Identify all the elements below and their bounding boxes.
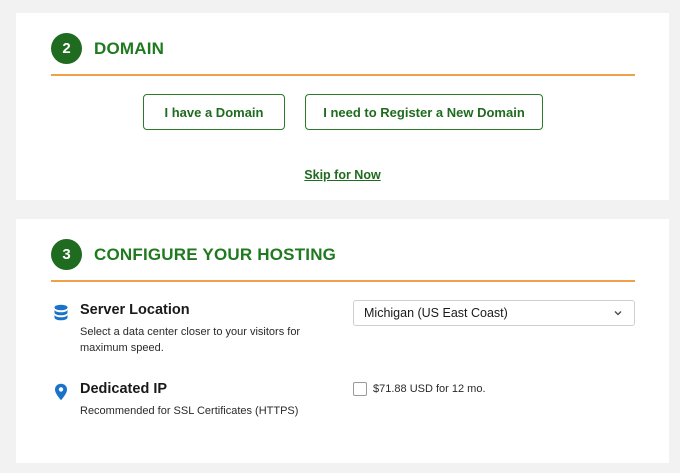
server-location-title: Server Location <box>80 302 190 318</box>
skip-for-now-link[interactable]: Skip for Now <box>304 168 380 182</box>
server-location-description: Select a data center closer to your visi… <box>80 326 301 354</box>
domain-section: 2 DOMAIN I have a Domain I need to Regis… <box>16 13 669 200</box>
dedicated-ip-checkbox[interactable] <box>353 382 367 396</box>
step-number-badge: 3 <box>51 239 82 270</box>
server-location-selected-value: Michigan (US East Coast) <box>364 306 508 320</box>
chevron-down-icon <box>614 311 622 316</box>
server-location-select[interactable]: Michigan (US East Coast) <box>353 300 635 326</box>
section-divider <box>51 280 635 282</box>
register-domain-button[interactable]: I need to Register a New Domain <box>305 94 543 130</box>
skip-link-container: Skip for Now <box>16 166 669 184</box>
dedicated-ip-price: $71.88 USD for 12 mo. <box>373 383 486 395</box>
database-icon <box>54 304 68 321</box>
dedicated-ip-description: Recommended for SSL Certificates (HTTPS) <box>80 405 299 417</box>
have-domain-button[interactable]: I have a Domain <box>143 94 285 130</box>
configure-hosting-section: 3 CONFIGURE YOUR HOSTING Server Location… <box>16 219 669 463</box>
domain-section-title: DOMAIN <box>94 38 165 58</box>
map-pin-icon <box>55 383 67 401</box>
domain-step-header: 2 DOMAIN <box>51 33 164 64</box>
section-divider <box>51 74 635 76</box>
hosting-step-header: 3 CONFIGURE YOUR HOSTING <box>51 239 336 270</box>
dedicated-ip-title: Dedicated IP <box>80 381 168 397</box>
step-number-badge: 2 <box>51 33 82 64</box>
dedicated-ip-option: $71.88 USD for 12 mo. <box>353 382 486 396</box>
hosting-section-title: CONFIGURE YOUR HOSTING <box>94 244 337 264</box>
